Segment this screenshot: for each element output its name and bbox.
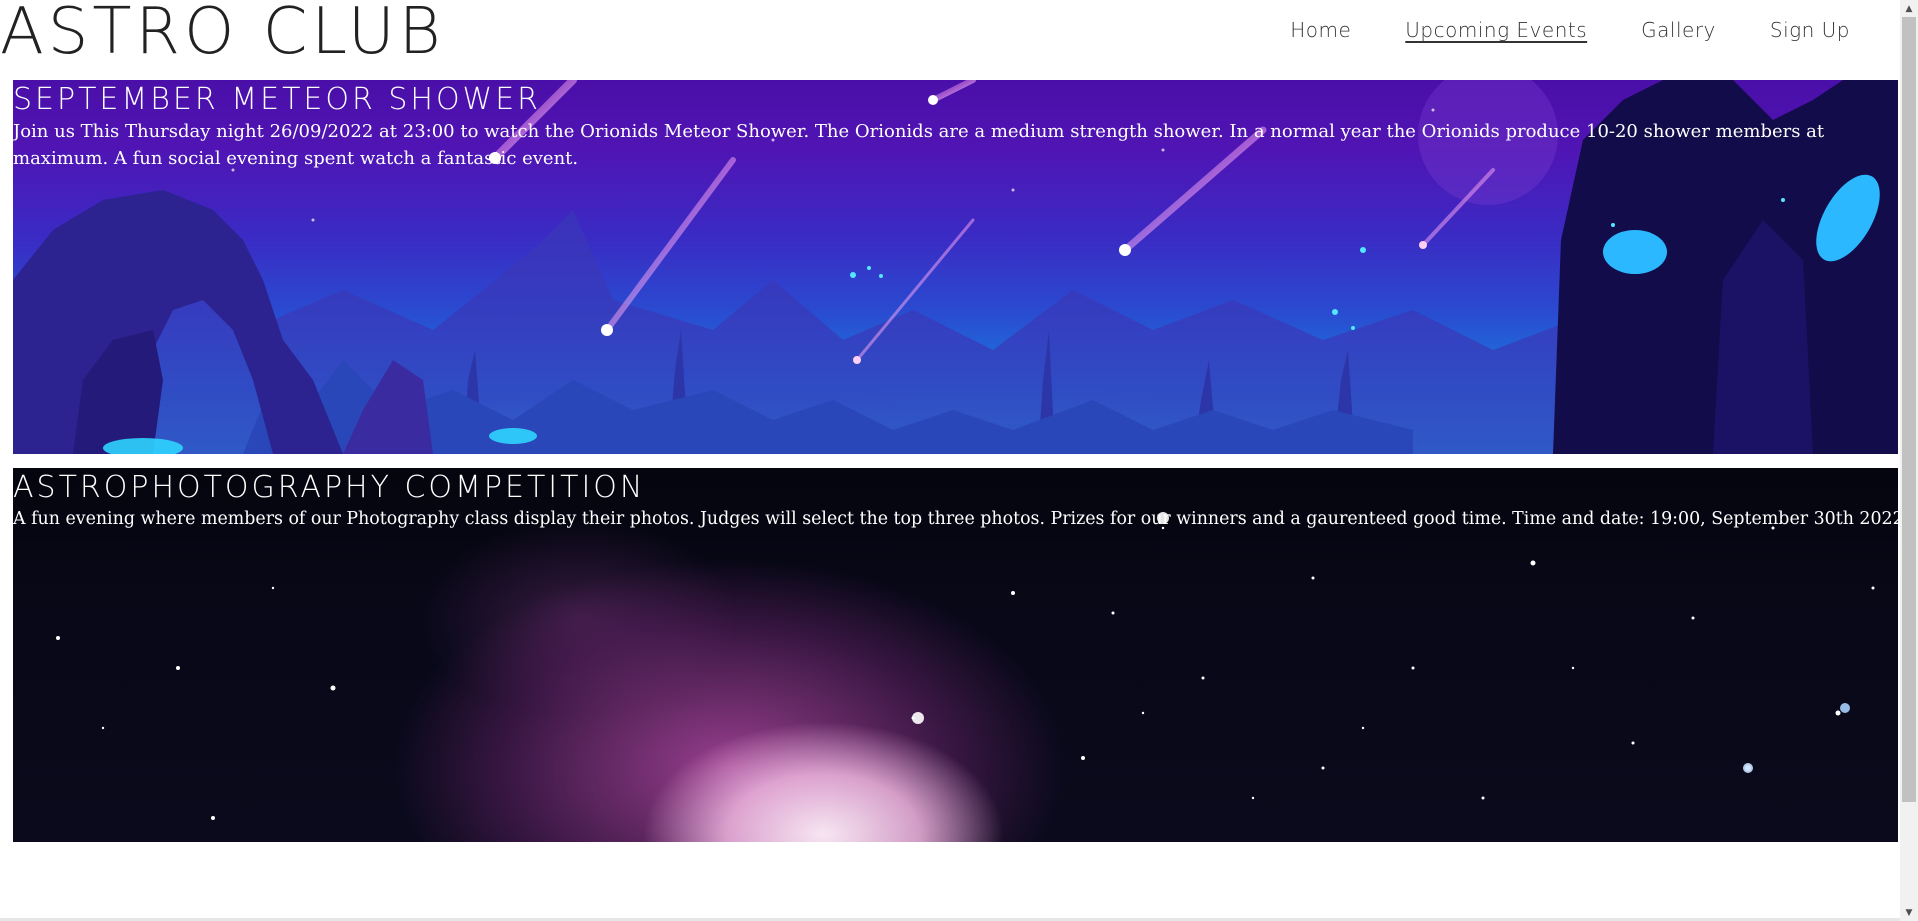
nav-link-sign-up[interactable]: Sign Up xyxy=(1770,18,1850,42)
nav-item-sign-up: Sign Up xyxy=(1770,18,1850,42)
event-card-astrophotography-competition: ASTROPHOTOGRAPHY COMPETITION A fun eveni… xyxy=(13,468,1898,842)
event-description: Join us This Thursday night 26/09/2022 a… xyxy=(13,121,1825,169)
nav-item-home: Home xyxy=(1290,18,1351,42)
page: ASTRO CLUB Home Upcoming Events Gallery … xyxy=(0,0,1918,921)
scrollbar-thumb[interactable] xyxy=(1902,17,1916,802)
scroll-up-arrow-icon[interactable]: ▲ xyxy=(1900,0,1918,17)
nav-item-upcoming-events: Upcoming Events xyxy=(1405,18,1587,42)
event-title: ASTROPHOTOGRAPHY COMPETITION xyxy=(13,470,646,505)
vertical-scrollbar[interactable]: ▲ ▼ xyxy=(1900,0,1918,921)
event-card-meteor-shower: SEPTEMBER METEOR SHOWER Join us This Thu… xyxy=(13,80,1898,454)
site-title[interactable]: ASTRO CLUB xyxy=(0,0,445,72)
scroll-down-arrow-icon[interactable]: ▼ xyxy=(1900,904,1918,921)
main-nav: Home Upcoming Events Gallery Sign Up xyxy=(1290,18,1850,42)
nav-link-gallery[interactable]: Gallery xyxy=(1641,18,1716,42)
nav-link-home[interactable]: Home xyxy=(1290,18,1351,42)
nav-link-upcoming-events[interactable]: Upcoming Events xyxy=(1405,18,1587,42)
nav-item-gallery: Gallery xyxy=(1641,18,1716,42)
site-header: ASTRO CLUB Home Upcoming Events Gallery … xyxy=(0,0,1898,70)
event-title: SEPTEMBER METEOR SHOWER xyxy=(13,82,542,117)
event-description: A fun evening where members of our Photo… xyxy=(13,509,1898,529)
